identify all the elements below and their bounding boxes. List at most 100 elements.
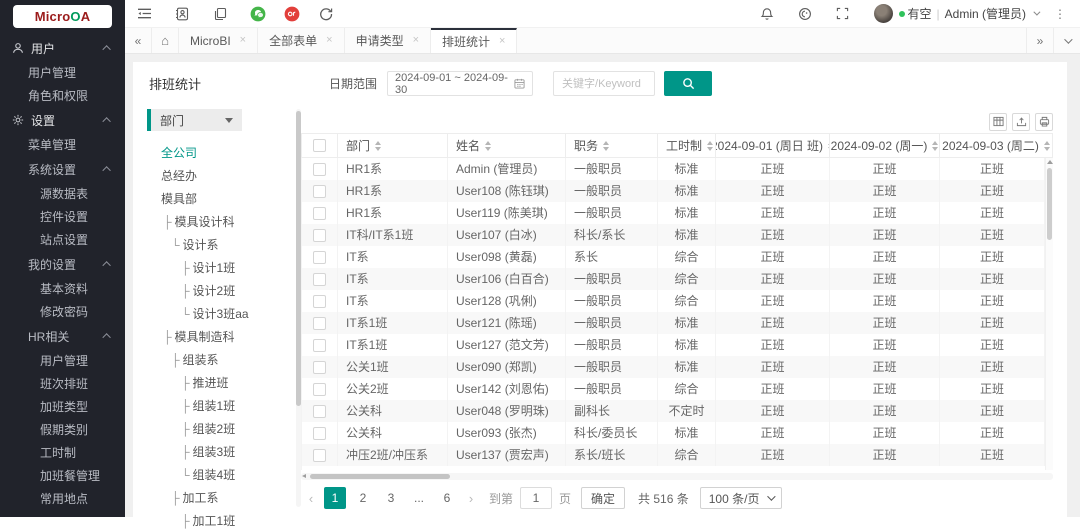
tabs-scroll-left-icon[interactable]	[125, 28, 152, 53]
page-button[interactable]: 2	[352, 487, 374, 509]
sort-icon[interactable]	[707, 141, 713, 151]
tree-node[interactable]: └ 组装4班	[147, 463, 301, 486]
sidebar-item[interactable]: 加班类型	[0, 395, 125, 418]
tree-node[interactable]: ├ 组装系	[147, 348, 301, 371]
tree-node[interactable]: ├ 设计1班	[147, 256, 301, 279]
user-avatar[interactable]	[874, 4, 893, 23]
horizontal-scrollbar-thumb[interactable]	[310, 474, 450, 479]
tree-node[interactable]: ├ 加工系	[147, 486, 301, 509]
scroll-left-arrow-icon[interactable]	[302, 474, 306, 478]
row-checkbox[interactable]	[313, 163, 326, 176]
table-horizontal-scrollbar[interactable]	[301, 473, 1053, 480]
sort-icon[interactable]	[603, 141, 609, 151]
sidebar-item[interactable]: 用户管理	[0, 61, 125, 84]
app-logo[interactable]: MicroOA	[13, 5, 112, 28]
close-icon[interactable]	[326, 35, 332, 46]
sidebar-item[interactable]: 系统设置	[0, 156, 125, 182]
user-menu-caret-icon[interactable]	[1033, 9, 1040, 16]
table-row[interactable]: HR1系 User108 (陈钰琪) 一般职员 标准 正班 正班 正班	[302, 180, 1045, 202]
row-checkbox[interactable]	[313, 273, 326, 286]
table-row[interactable]: 公关科 User093 (张杰) 科长/委员长 标准 正班 正班 正班	[302, 422, 1045, 444]
keyword-input[interactable]	[553, 71, 655, 96]
table-row[interactable]: IT系 User098 (黄磊) 系长 综合 正班 正班 正班	[302, 246, 1045, 268]
sidebar-item[interactable]: 假期类别	[0, 418, 125, 441]
row-checkbox[interactable]	[313, 361, 326, 374]
close-icon[interactable]	[499, 36, 505, 47]
date-range-picker[interactable]: 2024-09-01 ~ 2024-09-30	[387, 71, 533, 96]
tree-node[interactable]: ├ 推进班	[147, 371, 301, 394]
close-icon[interactable]	[240, 35, 246, 46]
sidebar-item[interactable]: 用户管理	[0, 349, 125, 372]
home-tab-icon[interactable]	[152, 28, 179, 53]
row-checkbox[interactable]	[313, 427, 326, 440]
tree-node[interactable]: ├ 组装1班	[147, 394, 301, 417]
sidebar-item[interactable]: 源数据表	[0, 182, 125, 205]
column-header-title[interactable]: 职务	[566, 134, 658, 158]
tree-node[interactable]: 总经办	[147, 164, 301, 187]
column-header-date1[interactable]: 2024-09-01 (周日 班)	[716, 134, 830, 158]
tree-node[interactable]: └ 设计系	[147, 233, 301, 256]
row-checkbox[interactable]	[313, 405, 326, 418]
print-icon[interactable]	[1035, 113, 1053, 131]
tabs-menu-icon[interactable]	[1053, 28, 1080, 53]
sidebar-item[interactable]: HR相关	[0, 323, 125, 349]
address-book-icon[interactable]	[173, 5, 191, 23]
tree-node[interactable]: ├ 加工1班	[147, 509, 301, 532]
row-checkbox[interactable]	[313, 317, 326, 330]
page-button[interactable]: ...	[408, 487, 430, 509]
notification-bell-icon[interactable]	[758, 5, 776, 23]
sidebar-item[interactable]: 常用地点	[0, 487, 125, 510]
collapse-menu-icon[interactable]	[135, 5, 153, 23]
row-checkbox[interactable]	[313, 449, 326, 462]
tree-node[interactable]: 模具部	[147, 187, 301, 210]
sidebar-item[interactable]: 站点设置	[0, 228, 125, 251]
theme-icon[interactable]	[796, 5, 814, 23]
column-header-date3[interactable]: 2024-09-03 (周二)	[940, 134, 1053, 158]
sort-icon[interactable]	[485, 141, 491, 151]
table-row[interactable]: IT系 User128 (巩俐) 一般职员 综合 正班 正班 正班	[302, 290, 1045, 312]
tree-node[interactable]: 全公司	[147, 141, 301, 164]
sidebar-item[interactable]: 角色和权限	[0, 84, 125, 107]
vertical-scrollbar-thumb[interactable]	[1047, 168, 1052, 240]
tree-node[interactable]: ├ 组装3班	[147, 440, 301, 463]
wechat-green-icon[interactable]	[249, 5, 267, 23]
sort-icon[interactable]	[375, 141, 381, 151]
tab[interactable]: 全部表单	[258, 28, 344, 53]
user-name[interactable]: Admin (管理员)	[945, 5, 1026, 22]
tree-node[interactable]: ├ 模具制造科	[147, 325, 301, 348]
sidebar-item[interactable]: 控件设置	[0, 205, 125, 228]
tree-node[interactable]: ├ 模具设计科	[147, 210, 301, 233]
close-icon[interactable]	[413, 35, 419, 46]
scroll-up-arrow-icon[interactable]	[1047, 160, 1053, 164]
sidebar-item[interactable]: 用户	[0, 35, 125, 61]
sidebar-item[interactable]: 基本资料	[0, 277, 125, 300]
page-button[interactable]: 6	[436, 487, 458, 509]
more-options-icon[interactable]	[1054, 8, 1066, 20]
table-vertical-scrollbar[interactable]	[1045, 158, 1053, 470]
row-checkbox[interactable]	[313, 229, 326, 242]
table-row[interactable]: HR1系 Admin (管理员) 一般职员 标准 正班 正班 正班	[302, 158, 1045, 180]
sidebar-item[interactable]: 加班餐管理	[0, 464, 125, 487]
sidebar-item[interactable]: 修改密码	[0, 300, 125, 323]
column-header-name[interactable]: 姓名	[448, 134, 566, 158]
prev-page-icon[interactable]	[301, 487, 321, 509]
table-row[interactable]: IT系1班 User121 (陈瑶) 一般职员 标准 正班 正班 正班	[302, 312, 1045, 334]
tab[interactable]: 申请类型	[345, 28, 431, 53]
sidebar-item[interactable]: 菜单管理	[0, 133, 125, 156]
table-row[interactable]: 冲压2班/冲压系 User137 (贾宏声) 系长/班长 综合 正班 正班 正班	[302, 444, 1045, 466]
copy-icon[interactable]	[211, 5, 229, 23]
page-button[interactable]: 3	[380, 487, 402, 509]
sidebar-item[interactable]: 班次排班	[0, 372, 125, 395]
refresh-icon[interactable]	[317, 5, 335, 23]
tree-type-select[interactable]: 部门	[147, 109, 242, 131]
page-jump-input[interactable]	[520, 487, 552, 509]
red-app-icon[interactable]	[283, 5, 301, 23]
column-header-date2[interactable]: 2024-09-02 (周一)	[830, 134, 940, 158]
tabs-scroll-right-icon[interactable]	[1026, 28, 1053, 53]
table-row[interactable]: 公关1班 User090 (郑凯) 一般职员 标准 正班 正班 正班	[302, 356, 1045, 378]
tree-node[interactable]: ├ 组装2班	[147, 417, 301, 440]
table-row[interactable]: IT系 User106 (白百合) 一般职员 综合 正班 正班 正班	[302, 268, 1045, 290]
tree-node[interactable]: ├ 设计2班	[147, 279, 301, 302]
fullscreen-icon[interactable]	[834, 5, 852, 23]
next-page-icon[interactable]	[461, 487, 481, 509]
